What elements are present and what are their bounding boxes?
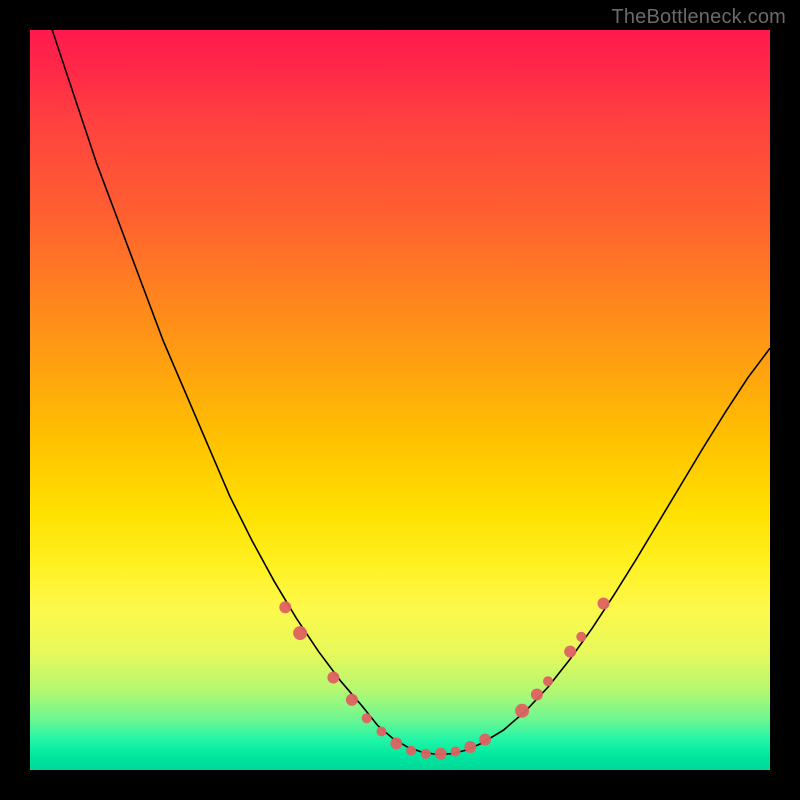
highlight-point (390, 737, 402, 749)
highlight-point (479, 734, 491, 746)
highlight-point (531, 689, 543, 701)
highlight-point (564, 646, 576, 658)
highlight-point (362, 713, 372, 723)
highlight-point (576, 632, 586, 642)
bottleneck-curve-path (30, 30, 770, 754)
highlight-points (279, 598, 609, 760)
highlight-point (435, 748, 447, 760)
highlight-point (451, 747, 461, 757)
highlight-point (327, 672, 339, 684)
highlight-point (279, 601, 291, 613)
plot-area (30, 30, 770, 770)
highlight-point (464, 741, 476, 753)
highlight-point (421, 749, 431, 759)
chart-svg (30, 30, 770, 770)
highlight-point (515, 704, 529, 718)
highlight-point (406, 746, 416, 756)
highlight-point (598, 598, 610, 610)
highlight-point (293, 626, 307, 640)
highlight-point (346, 694, 358, 706)
highlight-point (377, 727, 387, 737)
highlight-point (543, 676, 553, 686)
watermark-text: TheBottleneck.com (611, 6, 786, 29)
